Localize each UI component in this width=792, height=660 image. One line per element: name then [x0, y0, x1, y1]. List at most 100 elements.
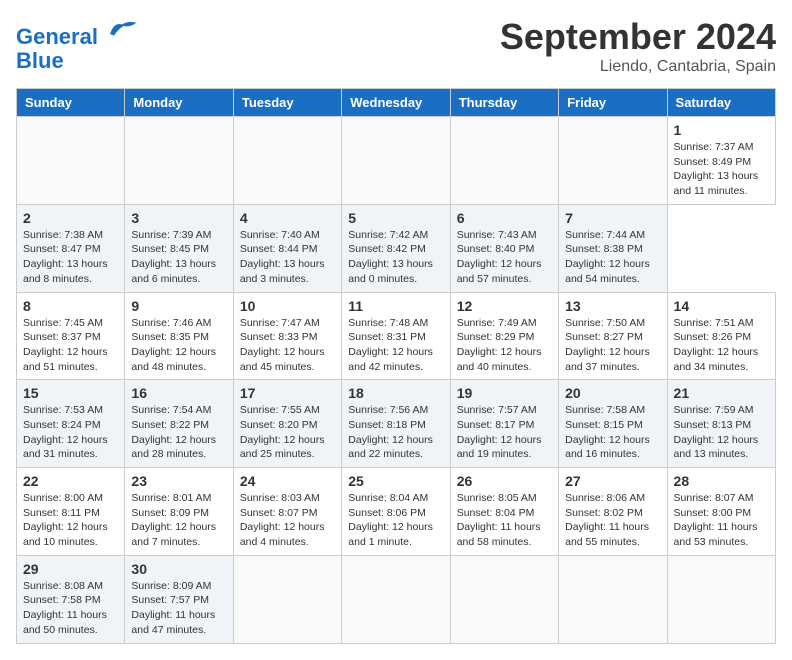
calendar-day-cell — [559, 555, 667, 643]
day-number: 5 — [348, 210, 443, 226]
day-detail: Sunrise: 8:09 AMSunset: 7:57 PMDaylight:… — [131, 579, 226, 638]
day-number: 27 — [565, 473, 660, 489]
day-detail: Sunrise: 7:42 AMSunset: 8:42 PMDaylight:… — [348, 228, 443, 287]
day-detail: Sunrise: 7:38 AMSunset: 8:47 PMDaylight:… — [23, 228, 118, 287]
calendar-day-cell: 2 Sunrise: 7:38 AMSunset: 8:47 PMDaylight… — [17, 204, 125, 292]
calendar-day-cell: 20 Sunrise: 7:58 AMSunset: 8:15 PMDayligh… — [559, 380, 667, 468]
day-number: 11 — [348, 298, 443, 314]
day-detail: Sunrise: 7:44 AMSunset: 8:38 PMDaylight:… — [565, 228, 660, 287]
day-detail: Sunrise: 7:57 AMSunset: 8:17 PMDaylight:… — [457, 403, 552, 462]
page-header: General Blue September 2024 Liendo, Cant… — [16, 16, 776, 76]
calendar-day-cell — [342, 555, 450, 643]
empty-cell — [450, 117, 558, 205]
calendar-day-cell: 24 Sunrise: 8:03 AMSunset: 8:07 PMDayligh… — [233, 468, 341, 556]
day-number: 16 — [131, 385, 226, 401]
empty-cell — [17, 117, 125, 205]
calendar-day-cell: 6Sunrise: 7:43 AMSunset: 8:40 PMDaylight… — [450, 204, 558, 292]
weekday-header-tuesday: Tuesday — [233, 89, 341, 117]
logo-text: General — [16, 16, 138, 49]
day-number: 9 — [131, 298, 226, 314]
day-number: 28 — [674, 473, 769, 489]
calendar-day-cell: 11 Sunrise: 7:48 AMSunset: 8:31 PMDayligh… — [342, 292, 450, 380]
calendar-day-cell: 30 Sunrise: 8:09 AMSunset: 7:57 PMDayligh… — [125, 555, 233, 643]
weekday-header-saturday: Saturday — [667, 89, 775, 117]
day-detail: Sunrise: 7:58 AMSunset: 8:15 PMDaylight:… — [565, 403, 660, 462]
calendar-day-cell: 26 Sunrise: 8:05 AMSunset: 8:04 PMDayligh… — [450, 468, 558, 556]
calendar-day-cell: 12Sunrise: 7:49 AMSunset: 8:29 PMDayligh… — [450, 292, 558, 380]
day-detail: Sunrise: 8:08 AMSunset: 7:58 PMDaylight:… — [23, 579, 118, 638]
day-number: 21 — [674, 385, 769, 401]
weekday-header-thursday: Thursday — [450, 89, 558, 117]
day-number: 7 — [565, 210, 660, 226]
logo-bird-icon — [106, 16, 138, 44]
day-number: 25 — [348, 473, 443, 489]
month-title: September 2024 — [500, 16, 776, 58]
day-number: 6 — [457, 210, 552, 226]
day-detail: Sunrise: 7:56 AMSunset: 8:18 PMDaylight:… — [348, 403, 443, 462]
day-number: 24 — [240, 473, 335, 489]
logo-blue: Blue — [16, 49, 138, 73]
day-detail: Sunrise: 8:00 AMSunset: 8:11 PMDaylight:… — [23, 491, 118, 550]
day-detail: Sunrise: 7:59 AMSunset: 8:13 PMDaylight:… — [674, 403, 769, 462]
calendar-day-cell: 4 Sunrise: 7:40 AMSunset: 8:44 PMDaylight… — [233, 204, 341, 292]
calendar-day-cell: 5 Sunrise: 7:42 AMSunset: 8:42 PMDaylight… — [342, 204, 450, 292]
calendar-day-cell: 21 Sunrise: 7:59 AMSunset: 8:13 PMDayligh… — [667, 380, 775, 468]
calendar-day-cell: 7 Sunrise: 7:44 AMSunset: 8:38 PMDaylight… — [559, 204, 667, 292]
day-detail: Sunrise: 8:05 AMSunset: 8:04 PMDaylight:… — [457, 491, 552, 550]
day-number: 3 — [131, 210, 226, 226]
day-number: 22 — [23, 473, 118, 489]
day-detail: Sunrise: 7:53 AMSunset: 8:24 PMDaylight:… — [23, 403, 118, 462]
day-number: 17 — [240, 385, 335, 401]
calendar-day-cell: 22 Sunrise: 8:00 AMSunset: 8:11 PMDayligh… — [17, 468, 125, 556]
day-number: 8 — [23, 298, 118, 314]
day-detail: Sunrise: 8:06 AMSunset: 8:02 PMDaylight:… — [565, 491, 660, 550]
day-number: 13 — [565, 298, 660, 314]
day-detail: Sunrise: 7:39 AMSunset: 8:45 PMDaylight:… — [131, 228, 226, 287]
calendar-day-cell: 18Sunrise: 7:56 AMSunset: 8:18 PMDayligh… — [342, 380, 450, 468]
day-detail: Sunrise: 7:48 AMSunset: 8:31 PMDaylight:… — [348, 316, 443, 375]
day-number: 14 — [674, 298, 769, 314]
day-number: 30 — [131, 561, 226, 577]
calendar-day-cell — [233, 555, 341, 643]
day-detail: Sunrise: 7:50 AMSunset: 8:27 PMDaylight:… — [565, 316, 660, 375]
calendar-day-cell: 16 Sunrise: 7:54 AMSunset: 8:22 PMDayligh… — [125, 380, 233, 468]
empty-cell — [233, 117, 341, 205]
calendar-day-cell: 25 Sunrise: 8:04 AMSunset: 8:06 PMDayligh… — [342, 468, 450, 556]
weekday-header-monday: Monday — [125, 89, 233, 117]
day-number: 20 — [565, 385, 660, 401]
day-number: 2 — [23, 210, 118, 226]
day-detail: Sunrise: 8:03 AMSunset: 8:07 PMDaylight:… — [240, 491, 335, 550]
calendar-day-cell: 17 Sunrise: 7:55 AMSunset: 8:20 PMDayligh… — [233, 380, 341, 468]
location: Liendo, Cantabria, Spain — [500, 58, 776, 76]
calendar-week-row: 2 Sunrise: 7:38 AMSunset: 8:47 PMDaylight… — [17, 204, 776, 292]
day-number: 12 — [457, 298, 552, 314]
calendar-day-cell: 9 Sunrise: 7:46 AMSunset: 8:35 PMDaylight… — [125, 292, 233, 380]
day-detail: Sunrise: 7:55 AMSunset: 8:20 PMDaylight:… — [240, 403, 335, 462]
day-number: 26 — [457, 473, 552, 489]
calendar-day-cell: 28 Sunrise: 8:07 AMSunset: 8:00 PMDayligh… — [667, 468, 775, 556]
calendar-day-cell: 19Sunrise: 7:57 AMSunset: 8:17 PMDayligh… — [450, 380, 558, 468]
calendar-week-row: 29Sunrise: 8:08 AMSunset: 7:58 PMDayligh… — [17, 555, 776, 643]
day-detail: Sunrise: 7:40 AMSunset: 8:44 PMDaylight:… — [240, 228, 335, 287]
calendar-header-row: SundayMondayTuesdayWednesdayThursdayFrid… — [17, 89, 776, 117]
calendar-day-cell: 27 Sunrise: 8:06 AMSunset: 8:02 PMDayligh… — [559, 468, 667, 556]
day-number: 23 — [131, 473, 226, 489]
empty-cell — [559, 117, 667, 205]
day-detail: Sunrise: 8:07 AMSunset: 8:00 PMDaylight:… — [674, 491, 769, 550]
calendar-table: SundayMondayTuesdayWednesdayThursdayFrid… — [16, 88, 776, 644]
day-detail: Sunrise: 7:54 AMSunset: 8:22 PMDaylight:… — [131, 403, 226, 462]
title-block: September 2024 Liendo, Cantabria, Spain — [500, 16, 776, 76]
calendar-day-cell: 13 Sunrise: 7:50 AMSunset: 8:27 PMDayligh… — [559, 292, 667, 380]
calendar-day-cell: 8Sunrise: 7:45 AMSunset: 8:37 PMDaylight… — [17, 292, 125, 380]
calendar-day-cell: 14 Sunrise: 7:51 AMSunset: 8:26 PMDayligh… — [667, 292, 775, 380]
weekday-header-sunday: Sunday — [17, 89, 125, 117]
day-detail: Sunrise: 7:37 AMSunset: 8:49 PMDaylight:… — [674, 140, 769, 199]
calendar-week-row: 22 Sunrise: 8:00 AMSunset: 8:11 PMDayligh… — [17, 468, 776, 556]
calendar-week-row: 1Sunrise: 7:37 AMSunset: 8:49 PMDaylight… — [17, 117, 776, 205]
day-detail: Sunrise: 7:46 AMSunset: 8:35 PMDaylight:… — [131, 316, 226, 375]
day-detail: Sunrise: 7:51 AMSunset: 8:26 PMDaylight:… — [674, 316, 769, 375]
day-number: 4 — [240, 210, 335, 226]
calendar-day-cell: 23Sunrise: 8:01 AMSunset: 8:09 PMDayligh… — [125, 468, 233, 556]
day-detail: Sunrise: 8:04 AMSunset: 8:06 PMDaylight:… — [348, 491, 443, 550]
empty-cell — [125, 117, 233, 205]
